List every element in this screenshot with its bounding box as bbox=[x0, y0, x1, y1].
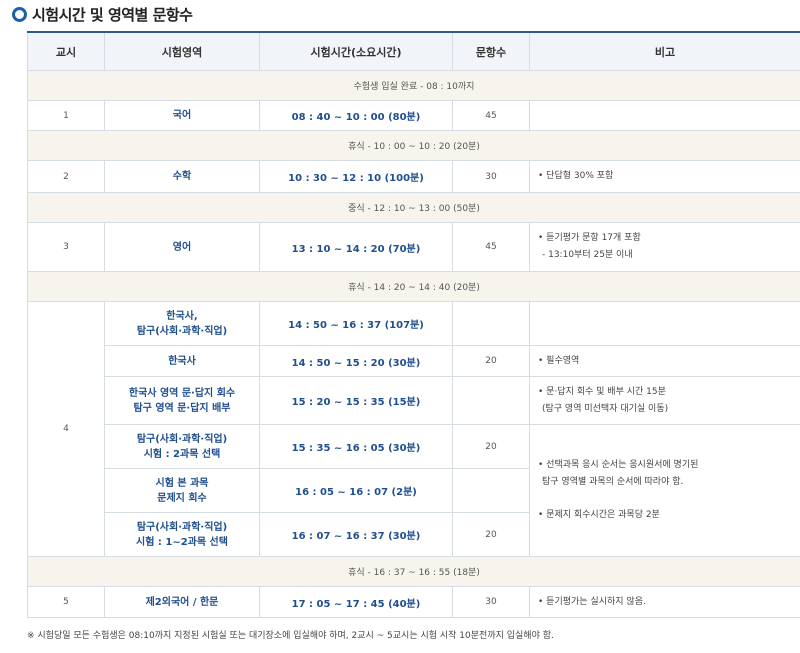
count-cell: 20 bbox=[452, 345, 530, 377]
subject-cell: 한국사, 탐구(사회·과학·직업) bbox=[104, 301, 260, 346]
period-cell: 2 bbox=[27, 160, 105, 193]
note-line: • 문제지 회수시간은 과목당 2분 bbox=[538, 510, 660, 520]
section-title-text: 시험시간 및 영역별 문항수 bbox=[32, 5, 193, 24]
subject-line: 문제지 회수 bbox=[157, 492, 207, 504]
period-cell: 1 bbox=[27, 100, 105, 131]
table-row: 1 국어 08 : 40 ~ 10 : 00 (80분) 45 bbox=[27, 100, 800, 131]
time-cell: 16 : 05 ~ 16 : 07 (2분) bbox=[259, 468, 453, 513]
break-row: 휴식 - 14 : 20 ~ 14 : 40 (20분) bbox=[27, 271, 800, 302]
note-line: 탐구 영역별 과목의 순서에 따라야 함. bbox=[542, 477, 684, 487]
subject-cell: 제2외국어 / 한문 bbox=[104, 586, 260, 618]
exam-schedule-table: 교시 시험영역 시험시간(소요시간) 문항수 비고 수험생 입실 완료 - 08… bbox=[27, 31, 800, 618]
count-cell: 45 bbox=[452, 222, 530, 272]
header-count: 문항수 bbox=[452, 31, 530, 71]
subject-line: 탐구 영역 문·답지 배부 bbox=[133, 402, 231, 414]
note-cell: • 필수영역 bbox=[529, 345, 800, 377]
note-cell bbox=[529, 100, 800, 131]
note-cell: • 단답형 30% 포함 bbox=[529, 160, 800, 193]
note-cell: • 듣기평가 문항 17개 포함 - 13:10부터 25분 이내 bbox=[529, 222, 800, 272]
subject-cell: 수학 bbox=[104, 160, 260, 193]
note-cell: • 선택과목 응시 순서는 응시원서에 명기된 탐구 영역별 과목의 순서에 따… bbox=[529, 424, 800, 557]
note-cell bbox=[529, 301, 800, 346]
header-note: 비고 bbox=[529, 31, 800, 71]
circle-bullet-icon bbox=[12, 6, 27, 22]
note-cell: • 듣기평가는 실시하지 않음. bbox=[529, 586, 800, 618]
period-cell: 4 bbox=[27, 301, 105, 557]
table-header-row: 교시 시험영역 시험시간(소요시간) 문항수 비고 bbox=[27, 31, 800, 71]
header-time: 시험시간(소요시간) bbox=[259, 31, 453, 71]
time-cell: 16 : 07 ~ 16 : 37 (30분) bbox=[259, 512, 453, 557]
subject-line: 한국사 영역 문·답지 회수 bbox=[128, 387, 236, 399]
time-cell: 14 : 50 ~ 15 : 20 (30분) bbox=[259, 345, 453, 377]
section-title: 시험시간 및 영역별 문항수 bbox=[12, 3, 193, 25]
header-period: 교시 bbox=[27, 31, 105, 71]
note-line: • 선택과목 응시 순서는 응시원서에 명기된 bbox=[538, 460, 699, 470]
count-cell bbox=[452, 468, 530, 513]
subject-cell: 시험 본 과목 문제지 회수 bbox=[104, 468, 260, 513]
note-line: (탐구 영역 미선택자 대기실 이동) bbox=[542, 403, 669, 414]
subject-line: 시험 : 1~2과목 선택 bbox=[136, 536, 228, 548]
subject-cell: 탐구(사회·과학·직업) 시험 : 1~2과목 선택 bbox=[104, 512, 260, 557]
subject-cell: 한국사 bbox=[104, 345, 260, 377]
note-line: - 13:10부터 25분 이내 bbox=[542, 250, 633, 260]
period-cell: 5 bbox=[27, 586, 105, 618]
table-row: 3 영어 13 : 10 ~ 14 : 20 (70분) 45 • 듣기평가 문… bbox=[27, 222, 800, 272]
count-cell: 20 bbox=[452, 424, 530, 469]
count-cell: 30 bbox=[452, 586, 530, 618]
break-row: 수험생 입실 완료 - 08 : 10까지 bbox=[27, 70, 800, 101]
table-row: 한국사 영역 문·답지 회수 탐구 영역 문·답지 배부 15 : 20 ~ 1… bbox=[28, 376, 800, 425]
break-row: 휴식 - 16 : 37 ~ 16 : 55 (18분) bbox=[27, 556, 800, 587]
table-row: 한국사 14 : 50 ~ 15 : 20 (30분) 20 • 필수영역 bbox=[28, 345, 800, 377]
table-row: 4 한국사, 탐구(사회·과학·직업) 14 : 50 ~ 16 : 37 (1… bbox=[27, 301, 800, 557]
header-subject: 시험영역 bbox=[104, 31, 260, 71]
count-cell bbox=[452, 301, 530, 346]
subject-line: 탐구(사회·과학·직업) bbox=[136, 325, 228, 337]
break-row: 중식 - 12 : 10 ~ 13 : 00 (50분) bbox=[27, 192, 800, 223]
subject-cell: 한국사 영역 문·답지 회수 탐구 영역 문·답지 배부 bbox=[104, 376, 260, 425]
subject-line: 시험 : 2과목 선택 bbox=[143, 448, 221, 460]
break-row: 휴식 - 10 : 00 ~ 10 : 20 (20분) bbox=[27, 130, 800, 161]
time-cell: 15 : 20 ~ 15 : 35 (15분) bbox=[259, 376, 453, 425]
time-cell: 17 : 05 ~ 17 : 45 (40분) bbox=[259, 586, 453, 618]
subject-cell: 탐구(사회·과학·직업) 시험 : 2과목 선택 bbox=[104, 424, 260, 469]
table-row: 2 수학 10 : 30 ~ 12 : 10 (100분) 30 • 단답형 3… bbox=[27, 160, 800, 193]
note-line: • 듣기평가 문항 17개 포함 bbox=[538, 233, 641, 243]
time-cell: 14 : 50 ~ 16 : 37 (107분) bbox=[259, 301, 453, 346]
subject-line: 한국사, bbox=[166, 310, 198, 322]
count-cell: 30 bbox=[452, 160, 530, 193]
period-cell: 3 bbox=[27, 222, 105, 272]
time-cell: 13 : 10 ~ 14 : 20 (70분) bbox=[259, 222, 453, 272]
subject-line: 탐구(사회·과학·직업) bbox=[136, 433, 228, 445]
count-cell: 20 bbox=[452, 512, 530, 557]
table-row: 5 제2외국어 / 한문 17 : 05 ~ 17 : 45 (40분) 30 … bbox=[27, 586, 800, 618]
subject-cell: 국어 bbox=[104, 100, 260, 131]
note-line: • 문·답지 회수 및 배부 시간 15분 bbox=[538, 386, 666, 397]
note-cell: • 문·답지 회수 및 배부 시간 15분 (탐구 영역 미선택자 대기실 이동… bbox=[529, 376, 800, 425]
footer-note: ※ 시험당일 모든 수험생은 08:10까지 지정된 시험실 또는 대기장소에 … bbox=[27, 631, 554, 641]
time-cell: 08 : 40 ~ 10 : 00 (80분) bbox=[259, 100, 453, 131]
time-cell: 15 : 35 ~ 16 : 05 (30분) bbox=[259, 424, 453, 469]
count-cell: 45 bbox=[452, 100, 530, 131]
subject-line: 시험 본 과목 bbox=[155, 477, 209, 489]
time-cell: 10 : 30 ~ 12 : 10 (100분) bbox=[259, 160, 453, 193]
table-row: 탐구(사회·과학·직업) 시험 : 2과목 선택 15 : 35 ~ 16 : … bbox=[28, 424, 800, 557]
subject-cell: 영어 bbox=[104, 222, 260, 272]
count-cell bbox=[452, 376, 530, 425]
subject-line: 탐구(사회·과학·직업) bbox=[136, 521, 228, 533]
